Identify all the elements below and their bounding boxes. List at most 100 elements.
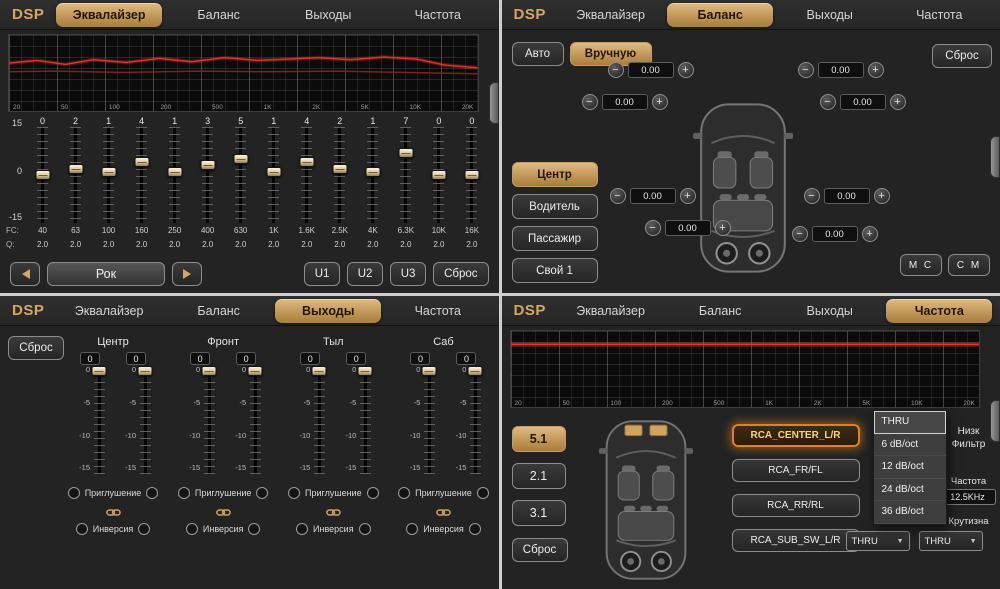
- rca-button[interactable]: RCA_RR/RL: [732, 494, 860, 517]
- output-slider[interactable]: [313, 368, 325, 474]
- tab-equalizer[interactable]: Эквалайзер: [56, 3, 162, 27]
- side-drawer-handle[interactable]: [990, 136, 1000, 178]
- eq-slider-knob[interactable]: [233, 154, 248, 164]
- rca-button[interactable]: RCA_CENTER_L/R: [732, 424, 860, 447]
- eq-slider-knob[interactable]: [167, 167, 182, 177]
- mc-button[interactable]: M C: [900, 254, 942, 276]
- memory-u1-button[interactable]: U1: [304, 262, 340, 286]
- position-button[interactable]: Пассажир: [512, 226, 598, 251]
- eq-band-slider[interactable]: [36, 127, 49, 223]
- output-slider-knob[interactable]: [248, 366, 263, 376]
- eq-slider-knob[interactable]: [464, 170, 479, 180]
- increase-button[interactable]: +: [874, 188, 890, 204]
- preset-prev-button[interactable]: [10, 262, 40, 286]
- output-slider-knob[interactable]: [468, 366, 483, 376]
- mode-button[interactable]: 2.1: [512, 463, 566, 489]
- eq-slider-knob[interactable]: [134, 157, 149, 167]
- eq-band-slider[interactable]: [300, 127, 313, 223]
- eq-slider-knob[interactable]: [35, 170, 50, 180]
- slope-option[interactable]: 24 dB/oct: [874, 479, 946, 502]
- auto-button[interactable]: Авто: [512, 42, 564, 66]
- mute-toggle-right[interactable]: [256, 487, 268, 499]
- decrease-button[interactable]: −: [645, 220, 661, 236]
- eq-band-slider[interactable]: [234, 127, 247, 223]
- mode-button[interactable]: 3.1: [512, 500, 566, 526]
- output-slider-knob[interactable]: [422, 366, 437, 376]
- tab-frequency[interactable]: Частота: [886, 3, 992, 27]
- eq-band-slider[interactable]: [102, 127, 115, 223]
- eq-slider-knob[interactable]: [431, 170, 446, 180]
- position-button[interactable]: Водитель: [512, 194, 598, 219]
- output-slider-knob[interactable]: [92, 366, 107, 376]
- output-slider[interactable]: [469, 368, 481, 474]
- output-slider[interactable]: [203, 368, 215, 474]
- tab-frequency[interactable]: Частота: [886, 299, 992, 323]
- increase-button[interactable]: +: [680, 188, 696, 204]
- decrease-button[interactable]: −: [820, 94, 836, 110]
- decrease-button[interactable]: −: [582, 94, 598, 110]
- tab-equalizer[interactable]: Эквалайзер: [558, 3, 664, 27]
- tab-outputs[interactable]: Выходы: [275, 299, 381, 323]
- eq-slider-knob[interactable]: [332, 164, 347, 174]
- side-drawer-handle[interactable]: [489, 82, 499, 124]
- output-slider[interactable]: [93, 368, 105, 474]
- eq-band-slider[interactable]: [333, 127, 346, 223]
- slope-select-right[interactable]: THRU ▼: [919, 531, 983, 551]
- mute-toggle-right[interactable]: [477, 487, 489, 499]
- output-slider[interactable]: [249, 368, 261, 474]
- memory-u3-button[interactable]: U3: [390, 262, 426, 286]
- link-channels-icon[interactable]: [326, 505, 341, 518]
- mute-toggle-left[interactable]: [68, 487, 80, 499]
- increase-button[interactable]: +: [715, 220, 731, 236]
- eq-band-slider[interactable]: [267, 127, 280, 223]
- invert-toggle-right[interactable]: [469, 523, 481, 535]
- preset-display[interactable]: Рок: [47, 262, 165, 286]
- eq-band-slider[interactable]: [399, 127, 412, 223]
- eq-slider-knob[interactable]: [266, 167, 281, 177]
- increase-button[interactable]: +: [678, 62, 694, 78]
- output-slider-knob[interactable]: [202, 366, 217, 376]
- decrease-button[interactable]: −: [804, 188, 820, 204]
- decrease-button[interactable]: −: [792, 226, 808, 242]
- tab-equalizer[interactable]: Эквалайзер: [558, 299, 664, 323]
- frequency-reset-button[interactable]: Сброс: [512, 538, 568, 562]
- side-drawer-handle[interactable]: [990, 400, 1000, 442]
- increase-button[interactable]: +: [862, 226, 878, 242]
- rca-button[interactable]: RCA_SUB_SW_L/R: [732, 529, 860, 552]
- output-slider-knob[interactable]: [312, 366, 327, 376]
- eq-slider-knob[interactable]: [398, 148, 413, 158]
- rca-button[interactable]: RCA_FR/FL: [732, 459, 860, 482]
- invert-toggle-left[interactable]: [296, 523, 308, 535]
- position-button[interactable]: Свой 1: [512, 258, 598, 283]
- tab-balance[interactable]: Баланс: [166, 299, 272, 323]
- car-top-view[interactable]: [692, 100, 794, 276]
- slope-option[interactable]: 6 dB/oct: [874, 434, 946, 457]
- output-slider[interactable]: [359, 368, 371, 474]
- eq-slider-knob[interactable]: [101, 167, 116, 177]
- balance-reset-button[interactable]: Сброс: [932, 44, 992, 68]
- eq-band-slider[interactable]: [465, 127, 478, 223]
- tab-balance[interactable]: Баланс: [166, 3, 272, 27]
- eq-band-slider[interactable]: [135, 127, 148, 223]
- output-slider[interactable]: [139, 368, 151, 474]
- position-button[interactable]: Центр: [512, 162, 598, 187]
- invert-toggle-left[interactable]: [406, 523, 418, 535]
- cm-button[interactable]: C M: [948, 254, 990, 276]
- tab-equalizer[interactable]: Эквалайзер: [56, 299, 162, 323]
- tab-outputs[interactable]: Выходы: [275, 3, 381, 27]
- increase-button[interactable]: +: [652, 94, 668, 110]
- tab-frequency[interactable]: Частота: [385, 3, 491, 27]
- decrease-button[interactable]: −: [798, 62, 814, 78]
- eq-band-slider[interactable]: [432, 127, 445, 223]
- eq-band-slider[interactable]: [168, 127, 181, 223]
- eq-slider-knob[interactable]: [299, 157, 314, 167]
- eq-slider-knob[interactable]: [365, 167, 380, 177]
- mode-button[interactable]: 5.1: [512, 426, 566, 452]
- slope-select-left[interactable]: THRU ▼: [846, 531, 910, 551]
- output-slider[interactable]: [423, 368, 435, 474]
- decrease-button[interactable]: −: [610, 188, 626, 204]
- mute-toggle-right[interactable]: [146, 487, 158, 499]
- link-channels-icon[interactable]: [106, 505, 121, 518]
- slope-option[interactable]: 12 dB/oct: [874, 456, 946, 479]
- tab-outputs[interactable]: Выходы: [777, 299, 883, 323]
